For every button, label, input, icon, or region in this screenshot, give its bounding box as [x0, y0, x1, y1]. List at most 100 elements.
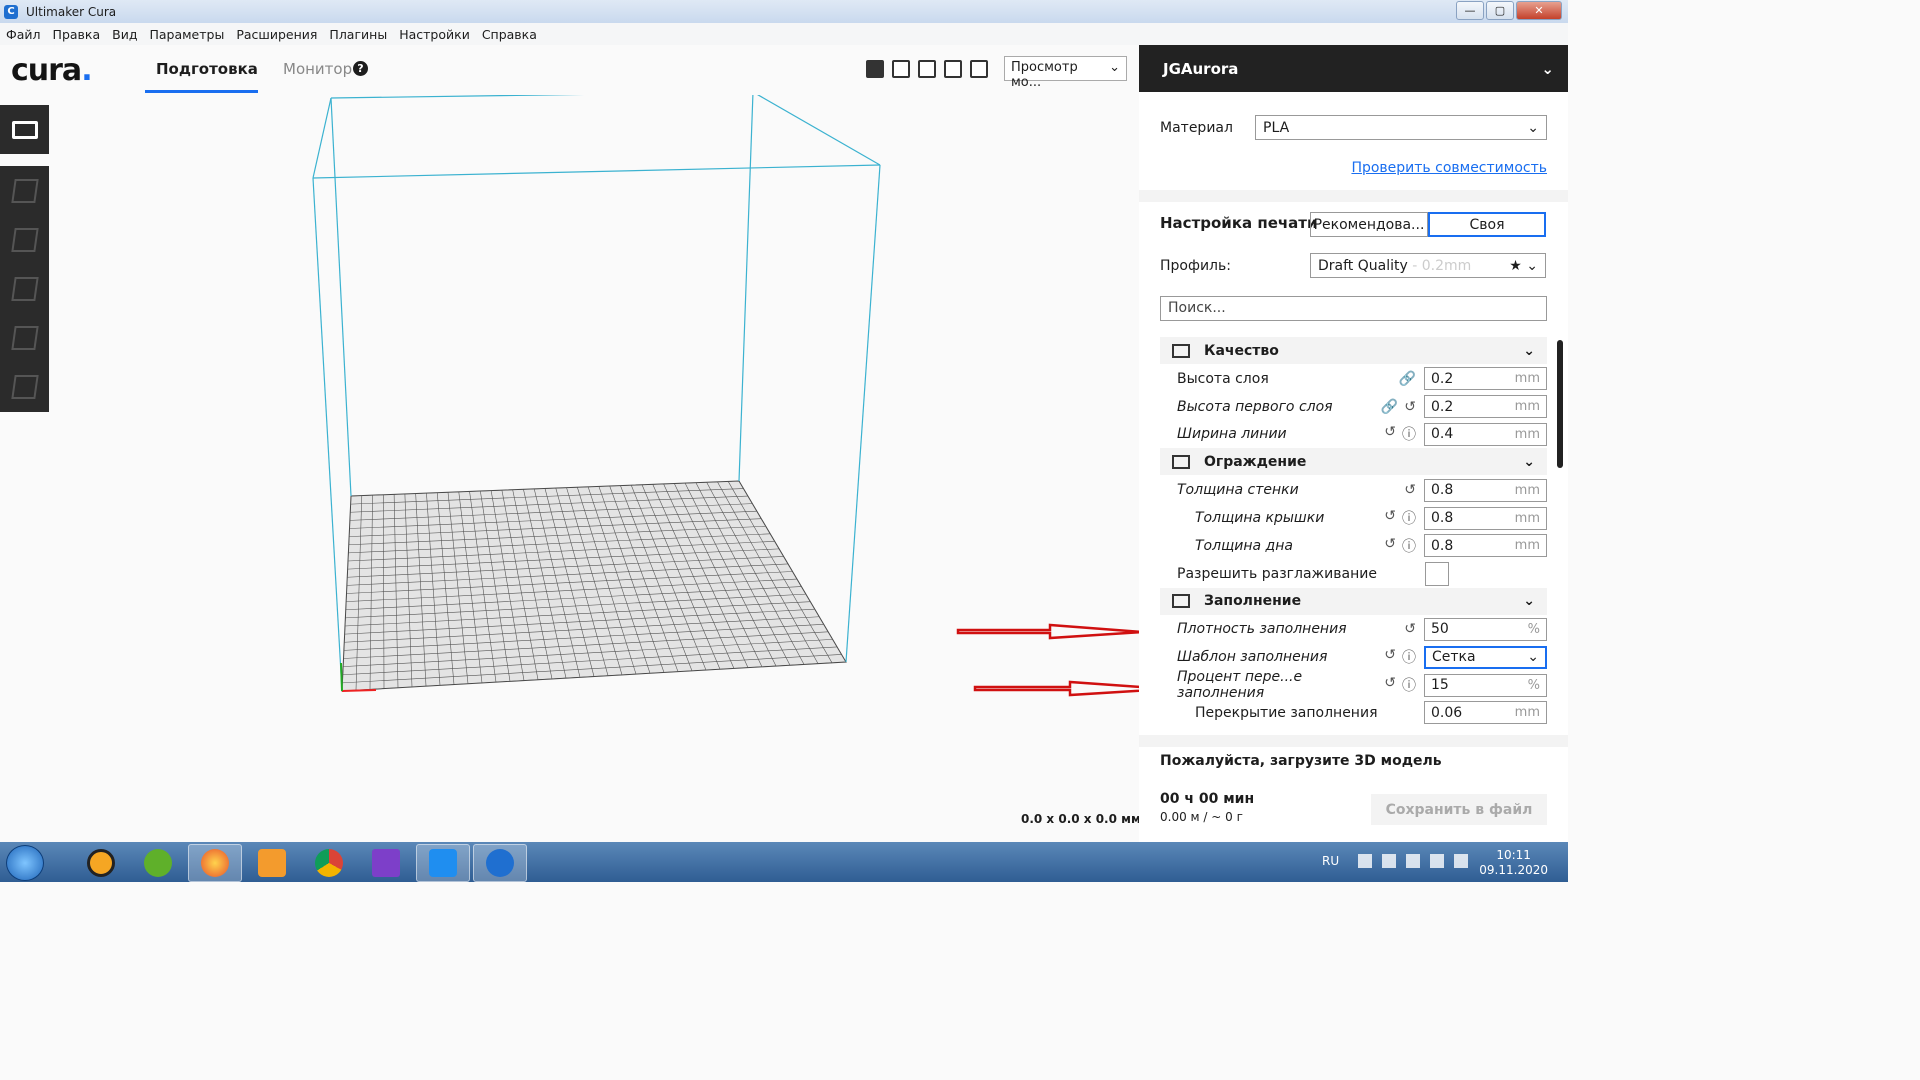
infill-overlap-percent-input[interactable]: 15% [1424, 673, 1547, 697]
save-to-file-button[interactable]: Сохранить в файл [1371, 794, 1547, 825]
info-icon[interactable]: ⓘ [1402, 647, 1416, 667]
model-dimensions: 0.0 x 0.0 x 0.0 мм [1021, 812, 1141, 826]
custom-mode-button[interactable]: Своя [1428, 212, 1546, 237]
initial-layer-height-input[interactable]: 0.2 mm [1424, 395, 1547, 419]
setting-label: Высота первого слоя [1177, 398, 1333, 415]
reset-icon[interactable]: ↺ [1384, 536, 1396, 556]
infill-pattern-select[interactable]: Сетка ⌄ [1424, 645, 1547, 669]
menu-extensions[interactable]: Расширения [230, 27, 323, 42]
view-type-select[interactable]: Просмотр мо... ⌄ [1004, 56, 1127, 90]
cura-icon [486, 849, 514, 877]
tab-monitor[interactable]: Монитор [283, 60, 352, 78]
info-icon[interactable]: ⓘ [1402, 536, 1416, 556]
settings-scrollbar[interactable] [1557, 340, 1563, 468]
menu-edit[interactable]: Правка [47, 27, 107, 42]
info-icon[interactable]: ⓘ [1402, 424, 1416, 444]
scale-tool-icon[interactable] [10, 227, 39, 252]
taskbar-app-cura-2[interactable] [473, 844, 527, 882]
taskbar-app-cura[interactable] [416, 844, 470, 882]
menu-preferences[interactable]: Настройки [393, 27, 476, 42]
infill-overlap-input[interactable]: 0.06 mm [1424, 701, 1547, 725]
tray-arrow-icon[interactable] [1358, 854, 1372, 868]
utorrent-icon [144, 849, 172, 877]
y-axis-indicator [340, 662, 343, 692]
material-select[interactable]: PLA ⌄ [1255, 115, 1547, 140]
top-thickness-input[interactable]: 0.8 mm [1424, 506, 1547, 530]
view-front-icon[interactable] [892, 60, 910, 78]
taskbar-app-aimp[interactable] [74, 844, 128, 882]
material-value: PLA [1263, 119, 1290, 136]
recommended-mode-button[interactable]: Рекомендова... [1310, 212, 1428, 237]
menu-file[interactable]: Файл [0, 27, 47, 42]
menu-plugins[interactable]: Плагины [323, 27, 393, 42]
layer-height-input[interactable]: 0.2 mm [1424, 367, 1547, 391]
camera-view-buttons [866, 60, 988, 78]
network-icon[interactable] [1430, 854, 1444, 868]
clock[interactable]: 10:11 09.11.2020 [1479, 848, 1548, 878]
taskbar-app-firefox[interactable] [188, 844, 242, 882]
menu-view[interactable]: Вид [106, 27, 143, 42]
help-icon[interactable]: ? [353, 61, 368, 76]
open-file-button[interactable] [0, 105, 49, 154]
view-right-icon[interactable] [970, 60, 988, 78]
info-icon[interactable]: ⓘ [1402, 675, 1416, 695]
view-top-icon[interactable] [918, 60, 936, 78]
start-button[interactable] [6, 845, 44, 881]
language-indicator[interactable]: RU [1322, 854, 1339, 868]
chevron-down-icon: ⌄ [1527, 649, 1539, 666]
close-button[interactable]: ✕ [1516, 1, 1562, 20]
line-width-input[interactable]: 0.4 mm [1424, 422, 1547, 446]
minimize-button[interactable]: — [1456, 1, 1484, 20]
reset-icon[interactable]: ↺ [1384, 675, 1396, 695]
printer-selector[interactable]: JGAurora ⌄ [1139, 45, 1568, 92]
check-compatibility-link[interactable]: Проверить совместимость [1351, 160, 1547, 176]
taskbar-app-player[interactable] [245, 844, 299, 882]
setting-initial-layer-height: Высота первого слоя 🔗 ↺ 0.2 mm [1160, 393, 1547, 421]
reset-icon[interactable]: ↺ [1384, 647, 1396, 667]
view-left-icon[interactable] [944, 60, 962, 78]
maximize-button[interactable]: ▢ [1486, 1, 1514, 20]
taskbar-app-chrome[interactable] [302, 844, 356, 882]
volume-icon[interactable] [1454, 854, 1468, 868]
per-model-settings-icon[interactable] [10, 375, 39, 400]
category-quality[interactable]: Качество ⌄ [1160, 337, 1547, 364]
build-volume [312, 91, 1169, 697]
category-walls[interactable]: Ограждение ⌄ [1160, 448, 1547, 476]
cura-app-icon: C [4, 4, 18, 19]
infill-density-input[interactable]: 50% [1424, 617, 1547, 641]
menu-help[interactable]: Справка [476, 27, 543, 42]
mirror-tool-icon[interactable] [10, 326, 39, 351]
setting-label: Разрешить разглаживание [1177, 565, 1377, 582]
setting-label: Ширина линии [1177, 426, 1287, 443]
setting-line-width: Ширина линии ↺ ⓘ 0.4 mm [1160, 421, 1547, 449]
antivirus-icon[interactable] [1406, 854, 1420, 868]
tab-prepare[interactable]: Подготовка [156, 60, 258, 78]
settings-search-input[interactable]: Поиск... [1160, 296, 1547, 321]
reset-icon[interactable]: ↺ [1384, 424, 1396, 444]
star-icon[interactable]: ★ ⌄ [1509, 258, 1538, 274]
category-infill[interactable]: Заполнение ⌄ [1160, 587, 1547, 615]
reset-icon[interactable]: ↺ [1404, 482, 1416, 498]
bottom-thickness-input[interactable]: 0.8 mm [1424, 534, 1547, 558]
rotate-tool-icon[interactable] [10, 276, 39, 301]
reset-icon[interactable]: ↺ [1384, 508, 1396, 528]
profile-select[interactable]: Draft Quality - 0.2mm ★ ⌄ [1310, 253, 1546, 278]
wall-thickness-input[interactable]: 0.8 mm [1424, 478, 1547, 502]
ironing-checkbox[interactable] [1425, 561, 1449, 586]
view-3d-icon[interactable] [866, 60, 884, 78]
reset-icon[interactable]: ↺ [1404, 621, 1416, 637]
flag-icon[interactable] [1382, 854, 1396, 868]
clock-date: 09.11.2020 [1479, 863, 1548, 877]
info-icon[interactable]: ⓘ [1402, 508, 1416, 528]
setting-label: Плотность заполнения [1177, 621, 1347, 638]
3d-viewport[interactable] [0, 91, 1169, 842]
taskbar-app-utorrent[interactable] [131, 844, 185, 882]
category-title: Качество [1204, 342, 1279, 359]
material-row: Материал PLA ⌄ [1160, 115, 1547, 140]
walls-icon [1172, 454, 1190, 469]
taskbar-app-visual-studio[interactable] [359, 844, 413, 882]
build-plate [341, 480, 847, 692]
move-tool-icon[interactable] [10, 178, 39, 203]
reset-icon[interactable]: ↺ [1404, 399, 1416, 415]
menu-settings[interactable]: Параметры [143, 27, 230, 42]
